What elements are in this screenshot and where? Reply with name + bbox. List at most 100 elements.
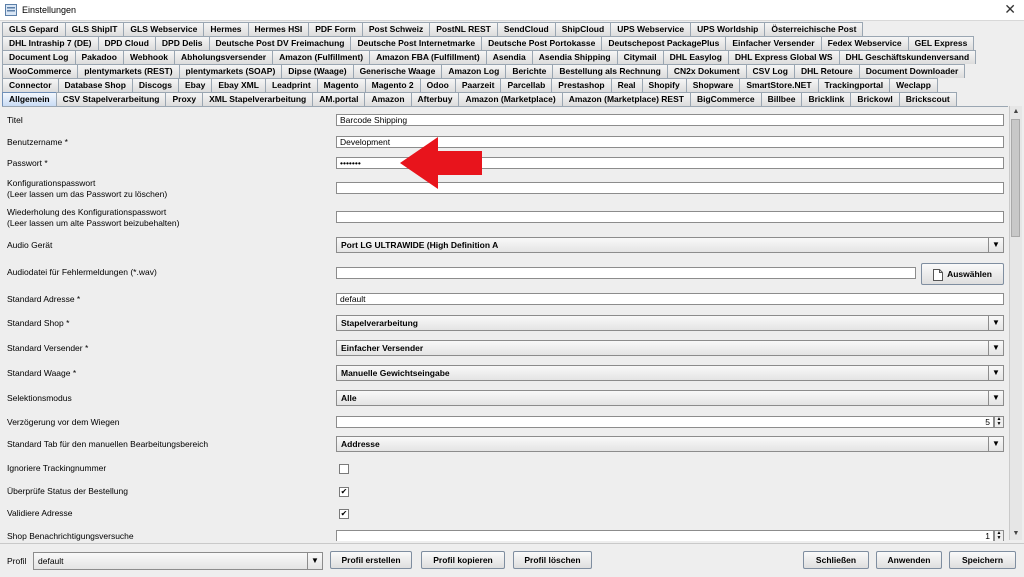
scroll-up-icon[interactable]: ▲ bbox=[1010, 106, 1022, 118]
selektionsmodus-select[interactable]: Alle ▼ bbox=[336, 390, 1004, 406]
tab-smartstore-net[interactable]: SmartStore.NET bbox=[739, 78, 819, 92]
tab-proxy[interactable]: Proxy bbox=[165, 92, 204, 106]
tab-am-portal[interactable]: AM.portal bbox=[312, 92, 366, 106]
tab-shopware[interactable]: Shopware bbox=[685, 78, 741, 92]
tab-brickowl[interactable]: Brickowl bbox=[850, 92, 900, 106]
tab-ups-webservice[interactable]: UPS Webservice bbox=[610, 22, 692, 36]
tab-amazon-fulfillment[interactable]: Amazon (Fulfillment) bbox=[272, 50, 371, 64]
tab-fedex-webservice[interactable]: Fedex Webservice bbox=[820, 36, 909, 50]
tab-odoo[interactable]: Odoo bbox=[419, 78, 456, 92]
ueberpruefe-status-checkbox[interactable]: ✔ bbox=[339, 487, 349, 497]
tab-abholungsversender[interactable]: Abholungsversender bbox=[174, 50, 274, 64]
schliessen-button[interactable]: Schließen bbox=[803, 551, 869, 569]
tab-prestashop[interactable]: Prestashop bbox=[551, 78, 612, 92]
tab-pdf-form[interactable]: PDF Form bbox=[308, 22, 363, 36]
tab-asendia-shipping[interactable]: Asendia Shipping bbox=[531, 50, 618, 64]
auswaehlen-button[interactable]: Auswählen bbox=[921, 263, 1004, 285]
form-scrollbar[interactable]: ▲ ▼ bbox=[1009, 106, 1022, 540]
tab-hermes-hsi[interactable]: Hermes HSI bbox=[247, 22, 310, 36]
tab-magento-2[interactable]: Magento 2 bbox=[364, 78, 421, 92]
tab-ebay-xml[interactable]: Ebay XML bbox=[211, 78, 266, 92]
tab-afterbuy[interactable]: Afterbuy bbox=[410, 92, 460, 106]
chevron-down-icon[interactable]: ▼ bbox=[307, 553, 322, 569]
tab-real[interactable]: Real bbox=[610, 78, 643, 92]
titel-input[interactable]: Barcode Shipping bbox=[336, 114, 1004, 126]
tab-deutschepost-packageplus[interactable]: Deutschepost PackagePlus bbox=[601, 36, 727, 50]
speichern-button[interactable]: Speichern bbox=[949, 551, 1016, 569]
chevron-down-icon[interactable]: ▼ bbox=[988, 437, 1003, 451]
tab-document-log[interactable]: Document Log bbox=[2, 50, 76, 64]
tab-dhl-easylog[interactable]: DHL Easylog bbox=[662, 50, 729, 64]
verzoegerung-input[interactable]: 5 bbox=[336, 416, 994, 428]
tab-weclapp[interactable]: Weclapp bbox=[889, 78, 938, 92]
tab-magento[interactable]: Magento bbox=[316, 78, 366, 92]
tab-berichte[interactable]: Berichte bbox=[505, 64, 554, 78]
tab-allgemein[interactable]: Allgemein bbox=[2, 92, 57, 106]
scrollbar-thumb[interactable] bbox=[1011, 119, 1020, 237]
chevron-down-icon[interactable]: ▼ bbox=[988, 238, 1003, 252]
tab-amazon[interactable]: Amazon bbox=[364, 92, 412, 106]
tab-shopify[interactable]: Shopify bbox=[641, 78, 687, 92]
standard-waage-select[interactable]: Manuelle Gewichtseingabe ▼ bbox=[336, 365, 1004, 381]
tab-database-shop[interactable]: Database Shop bbox=[57, 78, 133, 92]
tab-bestellung-als-rechnung[interactable]: Bestellung als Rechnung bbox=[552, 64, 668, 78]
scroll-down-icon[interactable]: ▼ bbox=[1010, 528, 1022, 540]
profil-loeschen-button[interactable]: Profil löschen bbox=[513, 551, 592, 569]
tab-woocommerce[interactable]: WooCommerce bbox=[2, 64, 79, 78]
tab-amazon-log[interactable]: Amazon Log bbox=[441, 64, 507, 78]
tab-bricklink[interactable]: Bricklink bbox=[801, 92, 852, 106]
tab-post-schweiz[interactable]: Post Schweiz bbox=[361, 22, 431, 36]
profil-select[interactable]: default ▼ bbox=[33, 552, 323, 570]
chevron-down-icon[interactable]: ▼ bbox=[988, 366, 1003, 380]
tab-brickscout[interactable]: Brickscout bbox=[898, 92, 957, 106]
spin-down-icon[interactable]: ▼ bbox=[995, 422, 1003, 427]
verzoegerung-spinner[interactable]: ▲ ▼ bbox=[994, 416, 1004, 428]
tab-ebay[interactable]: Ebay bbox=[177, 78, 213, 92]
tab-gls-shipit[interactable]: GLS ShipIT bbox=[64, 22, 125, 36]
profil-erstellen-button[interactable]: Profil erstellen bbox=[330, 551, 412, 569]
tab-dhl-retoure[interactable]: DHL Retoure bbox=[793, 64, 860, 78]
standard-versender-select[interactable]: Einfacher Versender ▼ bbox=[336, 340, 1004, 356]
tab-trackingportal[interactable]: Trackingportal bbox=[817, 78, 891, 92]
tab-amazon-fba-fulfillment[interactable]: Amazon FBA (Fulfillment) bbox=[369, 50, 487, 64]
standard-shop-select[interactable]: Stapelverarbeitung ▼ bbox=[336, 315, 1004, 331]
tab-sendcloud[interactable]: SendCloud bbox=[496, 22, 556, 36]
tab-dhl-intraship-7-de[interactable]: DHL Intraship 7 (DE) bbox=[2, 36, 99, 50]
chevron-down-icon[interactable]: ▼ bbox=[988, 316, 1003, 330]
tab-generische-waage[interactable]: Generische Waage bbox=[352, 64, 443, 78]
tab-ups-worldship[interactable]: UPS Worldship bbox=[690, 22, 766, 36]
tab-dipse-waage[interactable]: Dipse (Waage) bbox=[281, 64, 354, 78]
profil-kopieren-button[interactable]: Profil kopieren bbox=[421, 551, 505, 569]
tab-csv-stapelverarbeitung[interactable]: CSV Stapelverarbeitung bbox=[55, 92, 167, 106]
standard-adresse-input[interactable]: default bbox=[336, 293, 1004, 305]
tab-pakadoo[interactable]: Pakadoo bbox=[74, 50, 124, 64]
close-icon[interactable]: ✕ bbox=[1004, 1, 1016, 18]
standard-tab-select[interactable]: Addresse ▼ bbox=[336, 436, 1004, 452]
audio-geraet-select[interactable]: Port LG ULTRAWIDE (High Definition A ▼ bbox=[336, 237, 1004, 253]
tab-amazon-marketplace-rest[interactable]: Amazon (Marketplace) REST bbox=[561, 92, 691, 106]
tab-dhl-express-global-ws[interactable]: DHL Express Global WS bbox=[727, 50, 840, 64]
audiodatei-input[interactable] bbox=[336, 267, 916, 279]
shop-benachrichtigung-spinner[interactable]: ▲ ▼ bbox=[994, 530, 1004, 541]
tab-österreichische-post[interactable]: Österreichische Post bbox=[764, 22, 864, 36]
tab-gls-webservice[interactable]: GLS Webservice bbox=[123, 22, 205, 36]
tab-plentymarkets-rest[interactable]: plentymarkets (REST) bbox=[77, 64, 180, 78]
tab-gls-gepard[interactable]: GLS Gepard bbox=[2, 22, 66, 36]
tab-deutsche-post-internetmarke[interactable]: Deutsche Post Internetmarke bbox=[350, 36, 483, 50]
anwenden-button[interactable]: Anwenden bbox=[876, 551, 942, 569]
tab-paarzeit[interactable]: Paarzeit bbox=[454, 78, 502, 92]
tab-xml-stapelverarbeitung[interactable]: XML Stapelverarbeitung bbox=[202, 92, 314, 106]
chevron-down-icon[interactable]: ▼ bbox=[988, 391, 1003, 405]
chevron-down-icon[interactable]: ▼ bbox=[988, 341, 1003, 355]
tab-gel-express[interactable]: GEL Express bbox=[907, 36, 975, 50]
tab-deutsche-post-dv-freimachung[interactable]: Deutsche Post DV Freimachung bbox=[208, 36, 352, 50]
tab-dpd-delis[interactable]: DPD Delis bbox=[154, 36, 210, 50]
ignoriere-tracking-checkbox[interactable] bbox=[339, 464, 349, 474]
tab-cn2x-dokument[interactable]: CN2x Dokument bbox=[666, 64, 747, 78]
spin-down-icon[interactable]: ▼ bbox=[995, 536, 1003, 541]
tab-dhl-geschäftskundenversand[interactable]: DHL Geschäftskundenversand bbox=[838, 50, 977, 64]
tab-leadprint[interactable]: Leadprint bbox=[264, 78, 318, 92]
tab-deutsche-post-portokasse[interactable]: Deutsche Post Portokasse bbox=[481, 36, 603, 50]
shop-benachrichtigung-input[interactable]: 1 bbox=[336, 530, 994, 541]
tab-connector[interactable]: Connector bbox=[2, 78, 59, 92]
